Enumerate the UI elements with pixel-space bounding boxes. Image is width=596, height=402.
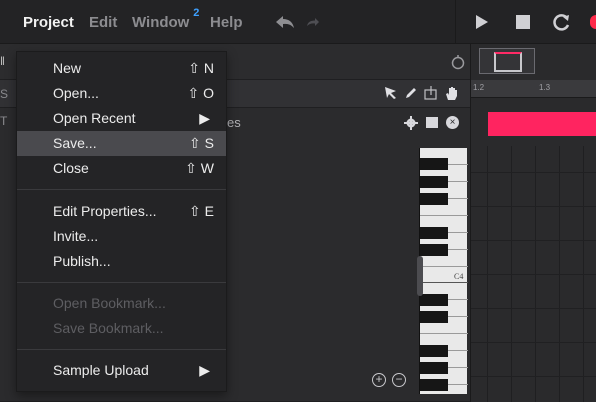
menu-item-label: Save Bookmark... <box>53 320 164 336</box>
black-key[interactable] <box>420 362 448 374</box>
partial-label: es <box>227 115 241 130</box>
key-line <box>420 282 468 283</box>
black-key[interactable] <box>420 379 448 391</box>
notification-badge: 2 <box>193 7 200 19</box>
pencil-tool-icon[interactable] <box>404 86 418 100</box>
shortcut-label: ⇧ S <box>189 135 214 151</box>
menu-separator <box>17 282 226 283</box>
shortcut-label: ⇧ N <box>188 60 214 76</box>
grid-row <box>471 240 596 241</box>
zoom-out-icon[interactable]: − <box>392 373 406 387</box>
menu-item-label: Close <box>53 160 89 176</box>
edge-glyph-2: S <box>0 87 9 101</box>
close-circle-icon[interactable]: × <box>446 116 459 129</box>
hand-tool-icon[interactable] <box>444 85 460 101</box>
black-key[interactable] <box>420 176 448 188</box>
grid-row <box>471 308 596 309</box>
submenu-arrow-icon: ▶ <box>199 362 210 378</box>
loop-marker[interactable] <box>494 52 522 72</box>
loop-region[interactable] <box>479 48 535 74</box>
record-icon[interactable] <box>590 15 596 29</box>
submenu-arrow-icon: ▶ <box>199 110 210 126</box>
grid-row <box>471 172 596 173</box>
vertical-scrollbar[interactable] <box>417 256 423 296</box>
undo-icon[interactable] <box>275 15 295 29</box>
panel-icon[interactable] <box>426 117 438 128</box>
piano-keyboard[interactable]: C4 <box>419 148 468 394</box>
timeline-ruler[interactable]: 1.2 1.3 <box>471 80 596 98</box>
menu-separator <box>17 349 226 350</box>
menu-item-label: Open... <box>53 85 99 101</box>
transport-divider <box>455 0 456 44</box>
menu-window[interactable]: Window 2 <box>132 7 199 31</box>
grid-row <box>471 206 596 207</box>
menu-item-label: Sample Upload <box>53 362 149 378</box>
edge-glyph-1: ‖ <box>0 54 5 68</box>
black-key[interactable] <box>420 345 448 357</box>
stop-icon[interactable] <box>516 15 530 29</box>
menu-help[interactable]: Help <box>210 14 243 31</box>
menu-item-sample-upload[interactable]: Sample Upload ▶ <box>17 358 226 383</box>
shortcut-label: ⇧ E <box>189 203 214 219</box>
menu-item-close[interactable]: Close ⇧ W <box>17 156 226 181</box>
menu-project[interactable]: Project <box>23 14 74 31</box>
menu-item-save-bookmark: Save Bookmark... <box>17 316 226 341</box>
menu-item-new[interactable]: New ⇧ N <box>17 56 226 81</box>
black-key[interactable] <box>420 158 448 170</box>
project-menu: New ⇧ N Open... ⇧ O Open Recent ▶ Save..… <box>16 51 227 392</box>
menu-item-label: Edit Properties... <box>53 203 157 219</box>
play-icon[interactable] <box>475 14 489 30</box>
shortcut-label: ⇧ O <box>187 85 214 101</box>
menu-window-label: Window <box>132 14 190 31</box>
menu-item-edit-properties[interactable]: Edit Properties... ⇧ E <box>17 199 226 224</box>
shortcut-label: ⇧ W <box>185 160 214 176</box>
menu-item-publish[interactable]: Publish... <box>17 249 226 274</box>
ruler-label: 1.3 <box>539 83 551 92</box>
key-line <box>420 215 468 216</box>
loop-icon[interactable] <box>553 13 571 31</box>
menu-item-label: Publish... <box>53 253 111 269</box>
menu-item-label: Open Recent <box>53 110 136 126</box>
pointer-tool-icon[interactable] <box>384 86 398 100</box>
ruler-label: 1.2 <box>473 83 485 92</box>
menu-item-open[interactable]: Open... ⇧ O <box>17 81 226 106</box>
black-key[interactable] <box>420 193 448 205</box>
menu-item-label: Invite... <box>53 228 99 244</box>
menu-separator <box>17 189 226 190</box>
black-key[interactable] <box>420 294 448 306</box>
menu-item-label: New <box>53 60 82 76</box>
black-key[interactable] <box>420 244 448 256</box>
redo-icon[interactable] <box>306 17 320 27</box>
menu-bar: Project Edit Window 2 Help <box>0 0 596 44</box>
menu-item-save[interactable]: Save... ⇧ S <box>17 131 226 156</box>
menu-item-label: Open Bookmark... <box>53 295 166 311</box>
key-line <box>420 266 468 267</box>
select-tool-icon[interactable] <box>424 86 438 100</box>
timeline-panel: 1.2 1.3 <box>470 44 596 402</box>
edge-glyph-3: T <box>0 114 8 128</box>
black-key[interactable] <box>420 311 448 323</box>
note-region[interactable] <box>488 112 596 136</box>
grid-row <box>471 274 596 275</box>
menu-item-invite[interactable]: Invite... <box>17 224 226 249</box>
settings-gear-icon[interactable] <box>404 116 418 130</box>
grid-row <box>471 376 596 377</box>
grid-row <box>471 342 596 343</box>
menu-item-label: Save... <box>53 135 97 151</box>
key-line <box>420 333 468 334</box>
black-key[interactable] <box>420 227 448 239</box>
menu-item-open-bookmark: Open Bookmark... <box>17 291 226 316</box>
menu-edit[interactable]: Edit <box>89 14 117 31</box>
zoom-in-icon[interactable]: + <box>372 373 386 387</box>
menu-item-open-recent[interactable]: Open Recent ▶ <box>17 106 226 131</box>
c4-label: C4 <box>454 272 464 281</box>
metronome-icon[interactable] <box>451 54 465 70</box>
